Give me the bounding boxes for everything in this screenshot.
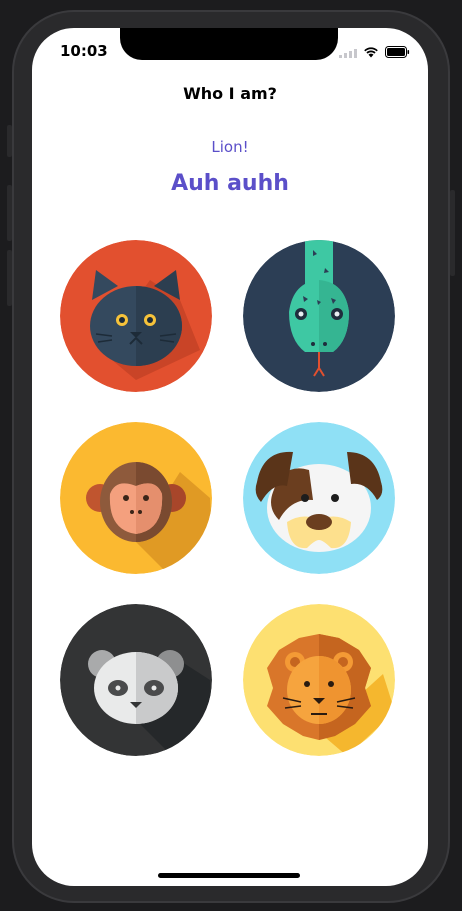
volume-up-button — [7, 185, 12, 241]
status-icons — [339, 43, 410, 62]
answer-label: Lion! — [211, 138, 249, 156]
monkey-icon — [60, 422, 212, 574]
animal-button-monkey[interactable] — [60, 422, 212, 574]
battery-icon — [385, 43, 410, 62]
wifi-icon — [363, 43, 379, 62]
snake-icon — [243, 240, 395, 392]
animal-button-panda[interactable] — [60, 604, 212, 756]
animal-sound-label: Auh auhh — [171, 171, 289, 196]
app-screen: 10:03 Who I am? Lion! Auh auhh — [32, 28, 428, 886]
status-time: 10:03 — [60, 42, 108, 60]
home-indicator[interactable] — [158, 873, 300, 878]
lion-icon — [243, 604, 395, 756]
notch — [120, 28, 338, 60]
animal-button-snake[interactable] — [243, 240, 395, 392]
volume-down-button — [7, 250, 12, 306]
animal-button-dog[interactable] — [243, 422, 395, 574]
signal-icon — [339, 43, 357, 62]
dog-icon — [243, 422, 395, 574]
mute-switch — [7, 125, 12, 157]
page-title: Who I am? — [183, 84, 277, 103]
power-button — [450, 190, 455, 276]
cat-icon — [60, 240, 212, 392]
panda-icon — [60, 604, 212, 756]
animal-button-cat[interactable] — [60, 240, 212, 392]
animal-button-lion[interactable] — [243, 604, 395, 756]
